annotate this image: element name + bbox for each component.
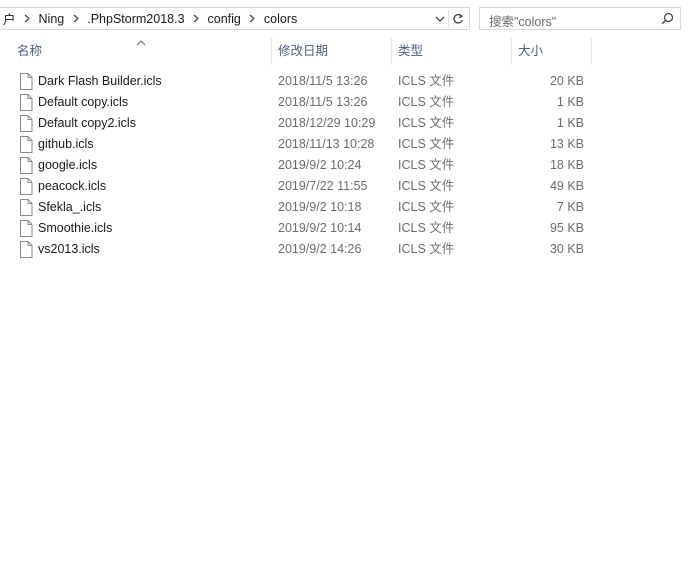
breadcrumb-item-user[interactable]: 户 <box>1 9 18 28</box>
file-size: 1 KB <box>556 116 584 130</box>
file-name: github.icls <box>38 137 94 151</box>
column-header: 名称 修改日期 类型 大小 <box>0 38 693 65</box>
column-header-size[interactable]: 大小 <box>518 38 543 65</box>
file-row[interactable]: github.icls 2018/11/13 10:28 ICLS 文件 13 … <box>0 134 693 155</box>
file-icon <box>19 115 33 132</box>
file-icon <box>19 136 33 153</box>
file-size: 95 KB <box>549 221 584 235</box>
file-icon <box>19 94 33 111</box>
breadcrumb-item-ning[interactable]: Ning <box>37 12 67 26</box>
address-bar[interactable]: 户 Ning .PhpStorm2018.3 config colors <box>0 7 470 30</box>
file-type: ICLS 文件 <box>398 200 455 214</box>
file-date: 2018/11/5 13:26 <box>278 74 368 88</box>
file-name: Sfekla_.icls <box>38 200 102 214</box>
sort-up-icon <box>136 35 146 49</box>
file-name: Dark Flash Builder.icls <box>38 74 162 88</box>
file-list: Dark Flash Builder.icls 2018/11/5 13:26 … <box>0 71 693 260</box>
search-icon[interactable] <box>661 12 674 28</box>
file-type: ICLS 文件 <box>398 95 455 109</box>
file-icon <box>19 178 33 195</box>
file-date: 2018/11/13 10:28 <box>278 137 375 151</box>
file-size: 7 KB <box>556 200 584 214</box>
file-name: Default copy2.icls <box>38 116 136 130</box>
file-row[interactable]: peacock.icls 2019/7/22 11:55 ICLS 文件 49 … <box>0 176 693 197</box>
file-row[interactable]: Smoothie.icls 2019/9/2 10:14 ICLS 文件 95 … <box>0 218 693 239</box>
search-input[interactable]: 搜索"colors" <box>489 11 556 30</box>
file-type: ICLS 文件 <box>398 221 455 235</box>
breadcrumb-separator-icon[interactable] <box>21 14 34 23</box>
refresh-icon[interactable] <box>448 9 467 28</box>
file-date: 2019/9/2 10:14 <box>278 221 362 235</box>
file-icon <box>19 220 33 237</box>
file-size: 18 KB <box>549 158 584 172</box>
file-name: google.icls <box>38 158 98 172</box>
search-box[interactable]: 搜索"colors" <box>479 7 681 30</box>
file-icon <box>19 73 33 90</box>
file-row[interactable]: Default copy.icls 2018/11/5 13:26 ICLS 文… <box>0 92 693 113</box>
breadcrumb-item-config[interactable]: config <box>206 12 243 26</box>
file-size: 13 KB <box>549 137 584 151</box>
chevron-down-icon[interactable] <box>432 11 448 27</box>
column-divider[interactable] <box>391 38 392 65</box>
column-divider[interactable] <box>591 38 592 65</box>
file-icon <box>19 199 33 216</box>
column-header-name[interactable]: 名称 <box>17 38 42 65</box>
file-date: 2019/9/2 14:26 <box>278 242 362 256</box>
file-size: 49 KB <box>549 179 584 193</box>
breadcrumb-separator-icon[interactable] <box>190 14 203 23</box>
file-date: 2019/9/2 10:18 <box>278 200 362 214</box>
file-date: 2018/11/5 13:26 <box>278 95 368 109</box>
file-name: Default copy.icls <box>38 95 129 109</box>
file-row[interactable]: google.icls 2019/9/2 10:24 ICLS 文件 18 KB <box>0 155 693 176</box>
file-row[interactable]: Dark Flash Builder.icls 2018/11/5 13:26 … <box>0 71 693 92</box>
file-row[interactable]: vs2013.icls 2019/9/2 14:26 ICLS 文件 30 KB <box>0 239 693 260</box>
file-icon <box>19 241 33 258</box>
breadcrumb: 户 Ning .PhpStorm2018.3 config colors <box>1 8 299 29</box>
breadcrumb-item-colors[interactable]: colors <box>262 12 299 26</box>
file-type: ICLS 文件 <box>398 179 455 193</box>
file-size: 30 KB <box>549 242 584 256</box>
file-type: ICLS 文件 <box>398 74 455 88</box>
file-type: ICLS 文件 <box>398 158 455 172</box>
breadcrumb-separator-icon[interactable] <box>246 14 259 23</box>
file-type: ICLS 文件 <box>398 242 455 256</box>
file-type: ICLS 文件 <box>398 116 455 130</box>
breadcrumb-item-phpstorm[interactable]: .PhpStorm2018.3 <box>85 12 186 26</box>
file-date: 2019/7/22 11:55 <box>278 179 368 193</box>
file-name: vs2013.icls <box>38 242 100 256</box>
file-size: 20 KB <box>549 74 584 88</box>
file-row[interactable]: Default copy2.icls 2018/12/29 10:29 ICLS… <box>0 113 693 134</box>
file-type: ICLS 文件 <box>398 137 455 151</box>
column-header-date[interactable]: 修改日期 <box>278 38 328 65</box>
file-size: 1 KB <box>556 95 584 109</box>
file-name: Smoothie.icls <box>38 221 113 235</box>
column-header-type[interactable]: 类型 <box>398 38 423 65</box>
file-name: peacock.icls <box>38 179 107 193</box>
breadcrumb-separator-icon[interactable] <box>69 14 82 23</box>
file-row[interactable]: Sfekla_.icls 2019/9/2 10:18 ICLS 文件 7 KB <box>0 197 693 218</box>
file-date: 2018/12/29 10:29 <box>278 116 376 130</box>
file-date: 2019/9/2 10:24 <box>278 158 362 172</box>
file-icon <box>19 157 33 174</box>
column-divider[interactable] <box>511 38 512 65</box>
column-divider[interactable] <box>271 38 272 65</box>
